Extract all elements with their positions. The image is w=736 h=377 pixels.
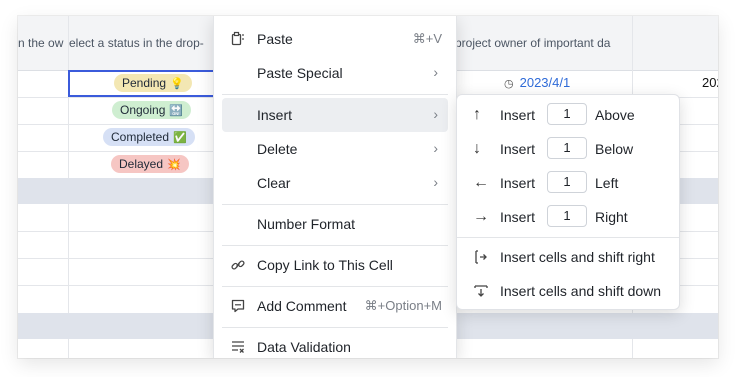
insert-above-row[interactable]: ↑ Insert 1 Above <box>463 99 673 131</box>
status-badge[interactable]: Ongoing 🔛 <box>112 101 192 119</box>
count-input[interactable]: 1 <box>547 205 587 227</box>
menu-item-label: Copy Link to This Cell <box>257 257 393 273</box>
menu-divider <box>222 327 448 328</box>
status-label: Completed <box>111 130 170 144</box>
shift-down-icon <box>473 283 489 302</box>
burst-icon: 💥 <box>167 159 181 171</box>
status-badge[interactable]: Delayed 💥 <box>111 155 189 173</box>
shift-right-icon <box>473 249 489 268</box>
insert-shift-right-item[interactable]: Insert cells and shift right <box>463 241 673 273</box>
insert-word: Insert <box>500 141 536 157</box>
comment-icon <box>230 298 246 314</box>
arrow-right-icon: → <box>473 208 489 225</box>
menu-item-label: Number Format <box>257 216 356 232</box>
menu-item-label: Insert cells and shift right <box>500 249 655 265</box>
menu-item-label: Paste <box>257 31 293 47</box>
position-label: Below <box>595 141 634 157</box>
position-label: Above <box>595 107 635 123</box>
status-label: Ongoing <box>120 103 166 117</box>
shortcut-text: ⌘+V <box>412 31 442 46</box>
chevron-right-icon: › <box>433 64 438 80</box>
status-badge[interactable]: Completed ✅ <box>103 128 195 146</box>
menu-divider <box>222 204 448 205</box>
insert-word: Insert <box>500 175 536 191</box>
menu-item-clear[interactable]: Clear › <box>222 166 448 200</box>
clock-icon: ◷ <box>504 78 514 90</box>
arrow-up-icon: ↑ <box>473 106 481 123</box>
menu-item-number-format[interactable]: Number Format <box>222 207 448 241</box>
paste-icon <box>230 31 246 47</box>
on-arrow-icon: 🔛 <box>169 105 184 117</box>
count-input[interactable]: 1 <box>547 137 587 159</box>
menu-item-label: Insert <box>257 107 293 123</box>
insert-right-row[interactable]: → Insert 1 Right <box>463 201 673 233</box>
menu-divider <box>222 286 448 287</box>
menu-item-data-validation[interactable]: Data Validation <box>222 330 448 358</box>
arrow-down-icon: ↓ <box>473 140 481 157</box>
date-cell[interactable]: ◷ 2023/4/1 <box>504 75 570 90</box>
chevron-right-icon: › <box>433 140 438 156</box>
insert-shift-down-item[interactable]: Insert cells and shift down <box>463 275 673 307</box>
arrow-left-icon: ← <box>473 174 489 191</box>
insert-left-row[interactable]: ← Insert 1 Left <box>463 167 673 199</box>
app-frame: n the ow elect a status in the drop- pro… <box>18 16 718 358</box>
menu-item-label: Paste Special <box>257 65 343 81</box>
date-cell-partial[interactable]: 202 <box>702 75 718 90</box>
position-label: Left <box>595 175 619 191</box>
menu-item-label: Clear <box>257 175 291 191</box>
menu-divider <box>222 245 448 246</box>
link-icon <box>230 257 246 273</box>
header-cell-b[interactable]: n the ow <box>18 16 68 70</box>
menu-item-label: Add Comment <box>257 298 347 314</box>
menu-item-label: Insert cells and shift down <box>500 283 662 299</box>
shortcut-text: ⌘+Option+M <box>364 298 442 313</box>
menu-item-delete[interactable]: Delete › <box>222 132 448 166</box>
validation-icon <box>230 339 246 355</box>
menu-item-copy-link[interactable]: Copy Link to This Cell <box>222 248 448 282</box>
menu-item-paste-special[interactable]: Paste Special › <box>222 56 448 90</box>
chevron-right-icon: › <box>433 174 438 190</box>
count-input[interactable]: 1 <box>547 171 587 193</box>
header-cell-e[interactable]: project owner of important da <box>455 16 635 70</box>
date-value: 2023/4/1 <box>519 75 571 90</box>
menu-item-label: Delete <box>257 141 298 157</box>
menu-item-paste[interactable]: Paste ⌘+V <box>222 22 448 56</box>
count-input[interactable]: 1 <box>547 103 587 125</box>
submenu-divider <box>457 237 679 238</box>
check-icon: ✅ <box>173 132 187 144</box>
insert-word: Insert <box>500 107 536 123</box>
status-label: Delayed <box>119 157 164 171</box>
insert-below-row[interactable]: ↓ Insert 1 Below <box>463 133 673 165</box>
menu-item-insert[interactable]: Insert › <box>222 98 448 132</box>
menu-item-label: Data Validation <box>257 339 351 355</box>
menu-divider <box>222 94 448 95</box>
selected-cell[interactable] <box>68 70 218 97</box>
context-menu: Paste ⌘+V Paste Special › Insert › Delet… <box>213 16 457 358</box>
insert-submenu: ↑ Insert 1 Above ↓ Insert 1 Below ← Inse… <box>456 94 680 310</box>
chevron-right-icon: › <box>433 106 438 122</box>
insert-word: Insert <box>500 209 536 225</box>
position-label: Right <box>595 209 628 225</box>
menu-item-add-comment[interactable]: Add Comment ⌘+Option+M <box>222 289 448 323</box>
header-cell-c[interactable]: elect a status in the drop- <box>69 16 213 70</box>
